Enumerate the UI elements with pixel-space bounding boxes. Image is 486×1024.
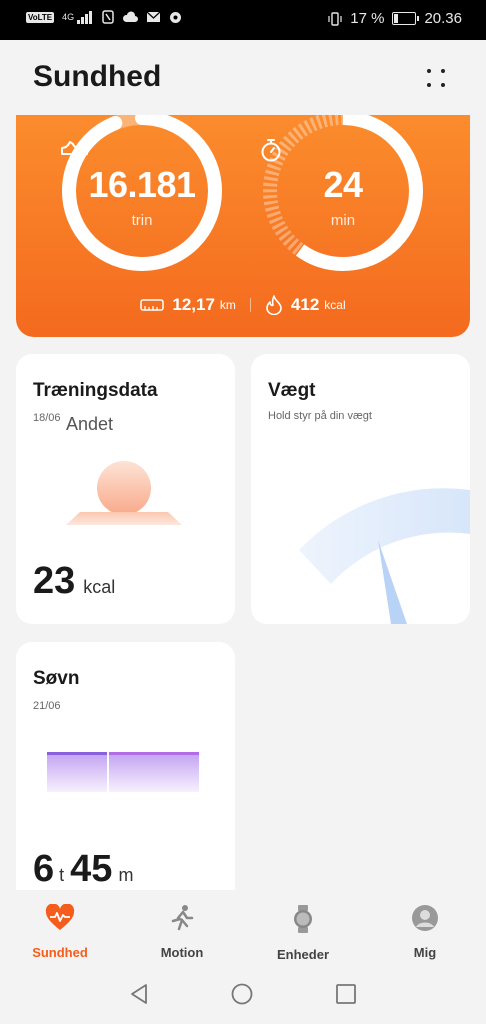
battery-percent: 17 %: [350, 10, 385, 27]
training-value-row: 23 kcal: [33, 560, 115, 603]
duration-ring[interactable]: 24 min: [260, 115, 426, 274]
signal-icon: [77, 11, 93, 24]
distance-stat: 12,17 km: [140, 295, 236, 315]
battery-icon: [392, 12, 420, 25]
back-icon[interactable]: [128, 983, 150, 1005]
sleep-date: 21/06: [33, 700, 61, 712]
sleep-minutes-value: 45: [70, 848, 113, 890]
sleep-card[interactable]: Søvn 21/06 6 t 45 m: [16, 642, 235, 890]
training-activity: Andet: [66, 414, 114, 434]
more-dot-icon: [427, 83, 431, 87]
calories-value: 412: [290, 295, 320, 314]
ruler-icon: [140, 299, 165, 311]
steps-value: 16.181: [88, 164, 196, 205]
home-icon[interactable]: [231, 983, 253, 1005]
sleep-minutes-unit: m: [118, 865, 134, 885]
nfc-icon: [102, 10, 114, 24]
more-menu-button[interactable]: [424, 66, 450, 92]
distance-value: 12,17: [172, 295, 215, 314]
sleep-hours-unit: t: [59, 865, 65, 885]
distance-unit: km: [219, 298, 236, 312]
duration-value: 24: [323, 164, 363, 205]
sleep-chart-illustration: [47, 752, 199, 792]
system-navigation-bar: [0, 970, 486, 1024]
volte-indicator: VoLTE: [26, 11, 55, 23]
training-title: Træningsdata: [33, 380, 158, 401]
weight-card[interactable]: Vægt Hold styr på din vægt: [251, 354, 470, 624]
activity-summary-card[interactable]: 16.181 trin 24 min 12,17 km 412 kcal: [16, 115, 470, 337]
nav-label: Mig: [413, 945, 437, 960]
weight-gauge-illustration: [299, 488, 470, 624]
mail-icon: [146, 11, 161, 22]
recents-icon[interactable]: [335, 983, 357, 1005]
watch-icon: [294, 905, 312, 933]
training-calories-value: 23: [33, 560, 76, 602]
heart-pulse-icon: [45, 903, 75, 930]
training-illustration: [66, 461, 182, 525]
stats-divider: [249, 298, 251, 312]
nav-label: Sundhed: [32, 945, 88, 960]
network-type: 4G: [62, 12, 75, 22]
status-right: 17 % 20.36: [328, 10, 462, 27]
flame-icon: [266, 295, 282, 315]
summary-stats: 12,17 km 412 kcal: [16, 295, 470, 315]
more-dot-icon: [427, 69, 431, 73]
runner-icon: [171, 905, 194, 931]
person-icon: [412, 905, 438, 931]
more-dot-icon: [441, 83, 445, 87]
steps-unit: trin: [131, 212, 153, 229]
cloud-icon: [123, 11, 139, 22]
training-data-card[interactable]: Træningsdata 18/06 Andet 23 kcal: [16, 354, 235, 624]
clock: 20.36: [424, 10, 462, 27]
status-bar: VoLTE 4G 17 % 20.36: [0, 0, 486, 40]
nav-item-sundhed[interactable]: Sundhed: [15, 903, 105, 960]
weight-title: Vægt: [268, 380, 316, 401]
training-date: 18/06: [33, 412, 61, 424]
vibrate-icon: [328, 11, 342, 26]
steps-ring[interactable]: 16.181 trin: [59, 115, 225, 274]
nav-item-enheder[interactable]: Enheder: [258, 904, 348, 962]
calories-unit: kcal: [324, 298, 346, 312]
page-title: Sundhed: [33, 60, 162, 93]
calories-stat: 412 kcal: [265, 295, 346, 315]
sleep-value-row: 6 t 45 m: [33, 848, 133, 890]
nav-label: Enheder: [276, 947, 329, 962]
battery-level: [394, 14, 398, 23]
sleep-title: Søvn: [33, 668, 80, 689]
training-calories-unit: kcal: [83, 577, 116, 597]
bottom-navigation: Sundhed Motion Enheder Mig: [0, 890, 486, 970]
football-icon: [170, 11, 182, 23]
weight-subtitle: Hold styr på din vægt: [268, 410, 372, 422]
sleep-hours-value: 6: [33, 848, 55, 890]
nav-item-motion[interactable]: Motion: [137, 904, 227, 960]
more-dot-icon: [441, 69, 445, 73]
status-left: VoLTE 4G: [26, 10, 182, 24]
nav-item-mig[interactable]: Mig: [380, 904, 470, 960]
nav-label: Motion: [160, 945, 204, 960]
duration-unit: min: [330, 212, 356, 229]
